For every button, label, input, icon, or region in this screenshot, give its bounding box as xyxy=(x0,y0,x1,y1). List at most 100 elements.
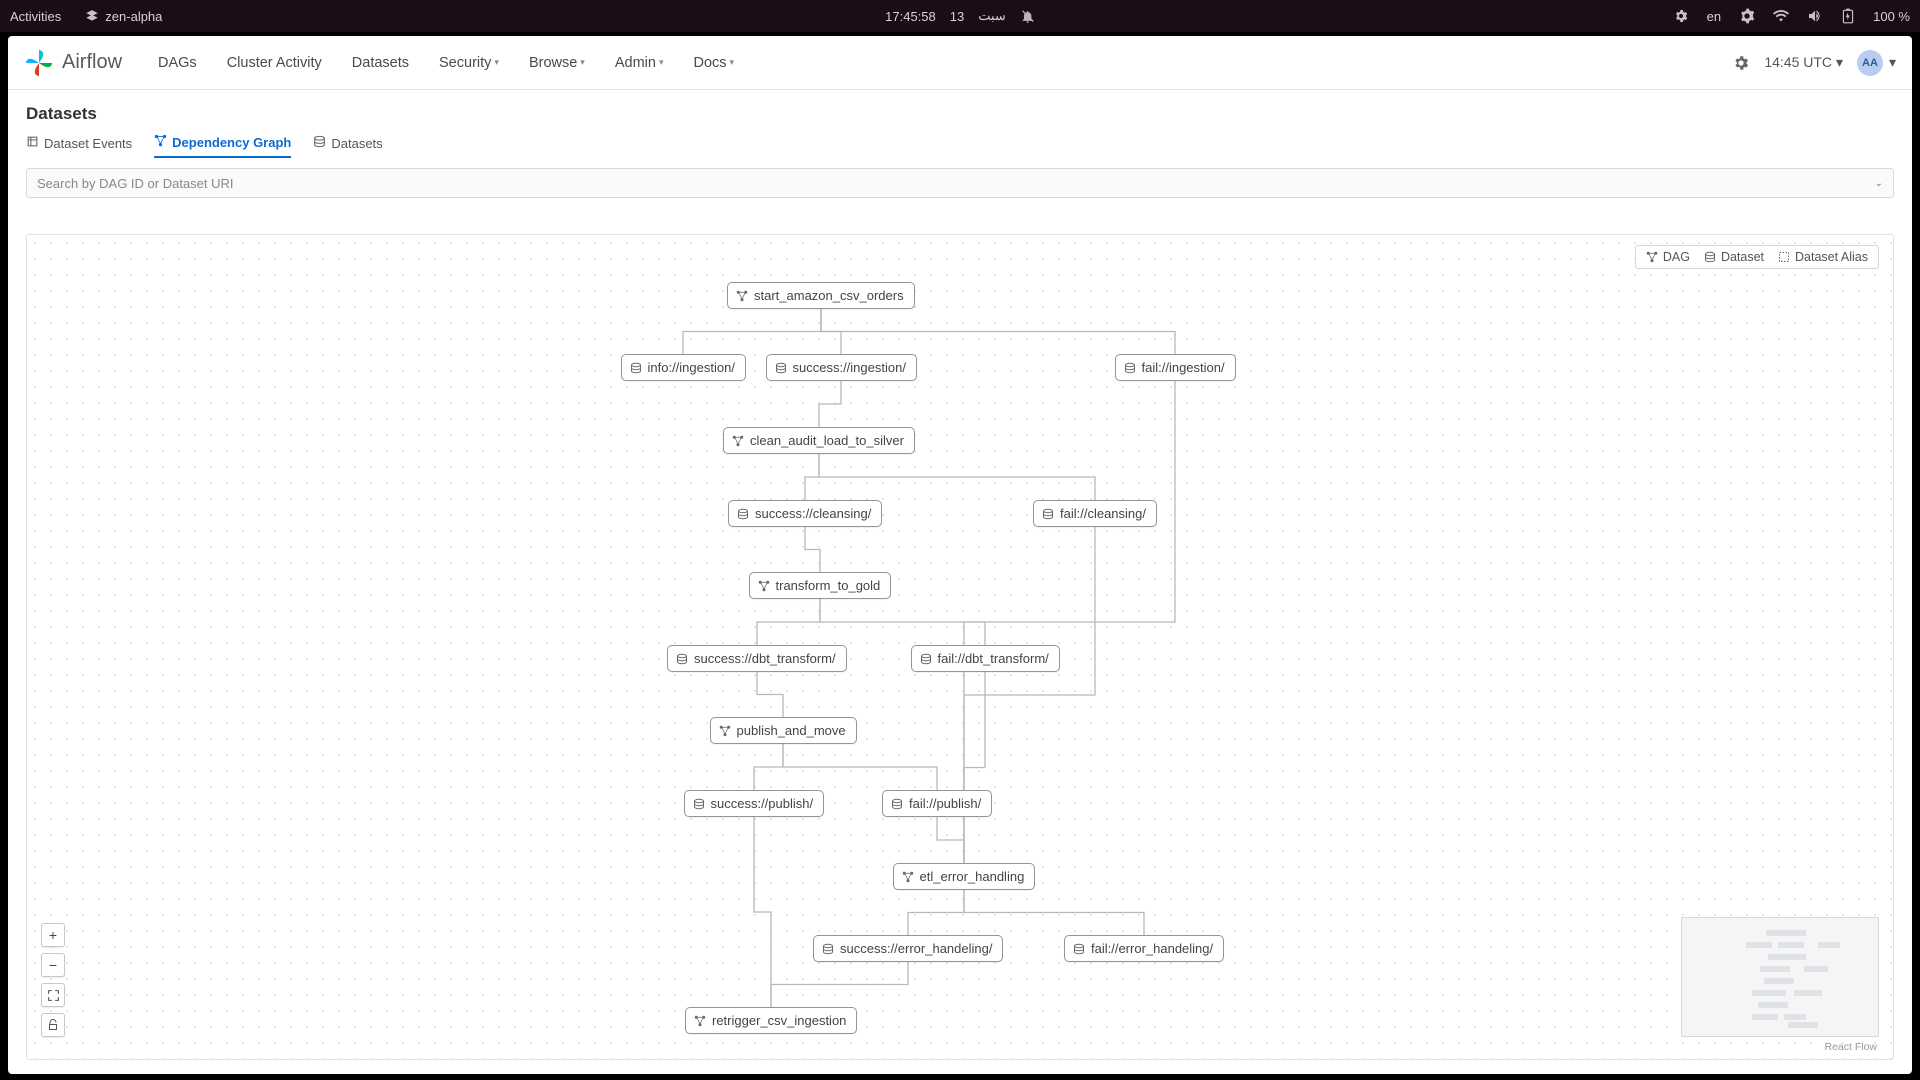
graph-legend: DAG Dataset Dataset Alias xyxy=(1635,245,1879,269)
node-label: success://ingestion/ xyxy=(793,360,906,375)
settings-alt-icon[interactable] xyxy=(1739,8,1755,24)
edge-n13-n14 xyxy=(908,890,964,935)
edge-n5-n7 xyxy=(805,527,820,572)
airflow-pinwheel-icon xyxy=(24,48,54,78)
nav-item-dags[interactable]: DAGs xyxy=(146,47,209,79)
dataset-search[interactable]: ⌄ xyxy=(26,168,1894,198)
edge-n0-n1 xyxy=(683,309,821,354)
battery-icon[interactable] xyxy=(1841,8,1855,24)
dag-icon xyxy=(736,290,748,302)
edge-n14-n16 xyxy=(771,962,908,1007)
graph-node-n6[interactable]: fail://cleansing/ xyxy=(1033,500,1157,527)
graph-node-n2[interactable]: success://ingestion/ xyxy=(766,354,917,381)
dataset-icon xyxy=(676,653,688,665)
dataset-icon xyxy=(775,362,787,374)
nav-item-datasets[interactable]: Datasets xyxy=(340,47,421,79)
fit-view-button[interactable] xyxy=(41,983,65,1007)
activities-button[interactable]: Activities xyxy=(10,9,61,24)
graph-node-n7[interactable]: transform_to_gold xyxy=(749,572,892,599)
node-label: publish_and_move xyxy=(737,723,846,738)
edge-n4-n6 xyxy=(819,454,1095,500)
settings-gear-icon[interactable] xyxy=(1732,54,1750,72)
node-label: transform_to_gold xyxy=(776,578,881,593)
dataset-icon xyxy=(920,653,932,665)
lock-button[interactable] xyxy=(41,1013,65,1037)
chevron-down-icon: ▾ xyxy=(1889,54,1896,71)
graph-node-n8[interactable]: success://dbt_transform/ xyxy=(667,645,847,672)
dag-icon xyxy=(719,725,731,737)
nav-item-browse[interactable]: Browse▾ xyxy=(517,47,597,79)
zoom-out-button[interactable]: − xyxy=(41,953,65,977)
dataset-icon xyxy=(822,943,834,955)
graph-node-n1[interactable]: info://ingestion/ xyxy=(621,354,746,381)
dag-icon xyxy=(694,1015,706,1027)
graph-node-n9[interactable]: fail://dbt_transform/ xyxy=(911,645,1060,672)
graph-node-n0[interactable]: start_amazon_csv_orders xyxy=(727,282,915,309)
graph-icon xyxy=(154,134,167,150)
gear-icon[interactable] xyxy=(1673,8,1689,24)
wifi-icon[interactable] xyxy=(1773,8,1789,24)
edge-n2-n4 xyxy=(819,381,841,427)
edge-n8-n10 xyxy=(757,672,783,717)
chevron-down-icon: ▾ xyxy=(1836,54,1843,70)
nav-item-security[interactable]: Security▾ xyxy=(427,47,511,79)
graph-minimap[interactable] xyxy=(1681,917,1879,1037)
tab-dependency-graph[interactable]: Dependency Graph xyxy=(154,130,291,158)
tab-datasets[interactable]: Datasets xyxy=(313,130,382,158)
node-label: fail://dbt_transform/ xyxy=(938,651,1049,666)
edge-n12-n13 xyxy=(937,817,964,863)
edge-n9-n13 xyxy=(964,672,985,863)
graph-node-n15[interactable]: fail://error_handeling/ xyxy=(1064,935,1224,962)
dependency-graph-canvas[interactable]: start_amazon_csv_orders info://ingestion/… xyxy=(26,234,1894,1060)
os-status-area[interactable]: en 100 % xyxy=(1673,8,1910,24)
dag-icon xyxy=(1646,251,1658,263)
node-label: clean_audit_load_to_silver xyxy=(750,433,904,448)
dataset-icon xyxy=(630,362,642,374)
graph-node-n10[interactable]: publish_and_move xyxy=(710,717,857,744)
nav-item-docs[interactable]: Docs▾ xyxy=(681,47,746,79)
graph-node-n5[interactable]: success://cleansing/ xyxy=(728,500,882,527)
search-input[interactable] xyxy=(37,176,1883,191)
node-label: fail://ingestion/ xyxy=(1142,360,1225,375)
volume-icon[interactable] xyxy=(1807,8,1823,24)
os-top-bar: Activities zen-alpha 17:45:58 13 سبت en … xyxy=(0,0,1920,32)
lock-open-icon xyxy=(47,1019,59,1031)
chevron-down-icon: ▾ xyxy=(494,57,499,68)
graph-node-n14[interactable]: success://error_handeling/ xyxy=(813,935,1003,962)
zoom-controls: + − xyxy=(41,923,65,1037)
airflow-logo[interactable]: Airflow xyxy=(24,48,122,78)
dataset-icon xyxy=(891,798,903,810)
graph-node-n16[interactable]: retrigger_csv_ingestion xyxy=(685,1007,857,1034)
edge-n10-n11 xyxy=(754,744,783,790)
graph-node-n4[interactable]: clean_audit_load_to_silver xyxy=(723,427,915,454)
graph-node-n11[interactable]: success://publish/ xyxy=(684,790,825,817)
edge-n13-n15 xyxy=(964,890,1144,935)
edge-n10-n12 xyxy=(783,744,937,790)
graph-node-n12[interactable]: fail://publish/ xyxy=(882,790,992,817)
app-window: Airflow DAGsCluster ActivityDatasetsSecu… xyxy=(8,36,1912,1074)
nav-item-admin[interactable]: Admin▾ xyxy=(603,47,676,79)
graph-node-n13[interactable]: etl_error_handling xyxy=(893,863,1036,890)
active-app[interactable]: zen-alpha xyxy=(85,9,162,24)
dataset-alias-icon xyxy=(1778,251,1790,263)
graph-node-n3[interactable]: fail://ingestion/ xyxy=(1115,354,1236,381)
node-label: fail://error_handeling/ xyxy=(1091,941,1213,956)
tab-dataset-events[interactable]: Dataset Events xyxy=(26,130,132,158)
user-menu[interactable]: AA ▾ xyxy=(1857,50,1896,76)
chevron-down-icon[interactable]: ⌄ xyxy=(1875,178,1883,189)
nav-item-cluster-activity[interactable]: Cluster Activity xyxy=(215,47,334,79)
dag-icon xyxy=(732,435,744,447)
notification-muted-icon xyxy=(1020,9,1035,24)
keyboard-lang[interactable]: en xyxy=(1707,9,1721,24)
database-icon xyxy=(313,135,326,151)
edge-n3-n13 xyxy=(964,381,1175,863)
zoom-in-button[interactable]: + xyxy=(41,923,65,947)
react-flow-attribution[interactable]: React Flow xyxy=(1824,1041,1877,1053)
node-label: fail://cleansing/ xyxy=(1060,506,1146,521)
os-clock[interactable]: 17:45:58 13 سبت xyxy=(885,8,1035,24)
edge-n7-n8 xyxy=(757,599,820,645)
edge-n0-n3 xyxy=(821,309,1175,354)
node-label: success://error_handeling/ xyxy=(840,941,992,956)
navbar-time[interactable]: 14:45 UTC ▾ xyxy=(1764,54,1843,71)
dataset-icon xyxy=(1073,943,1085,955)
